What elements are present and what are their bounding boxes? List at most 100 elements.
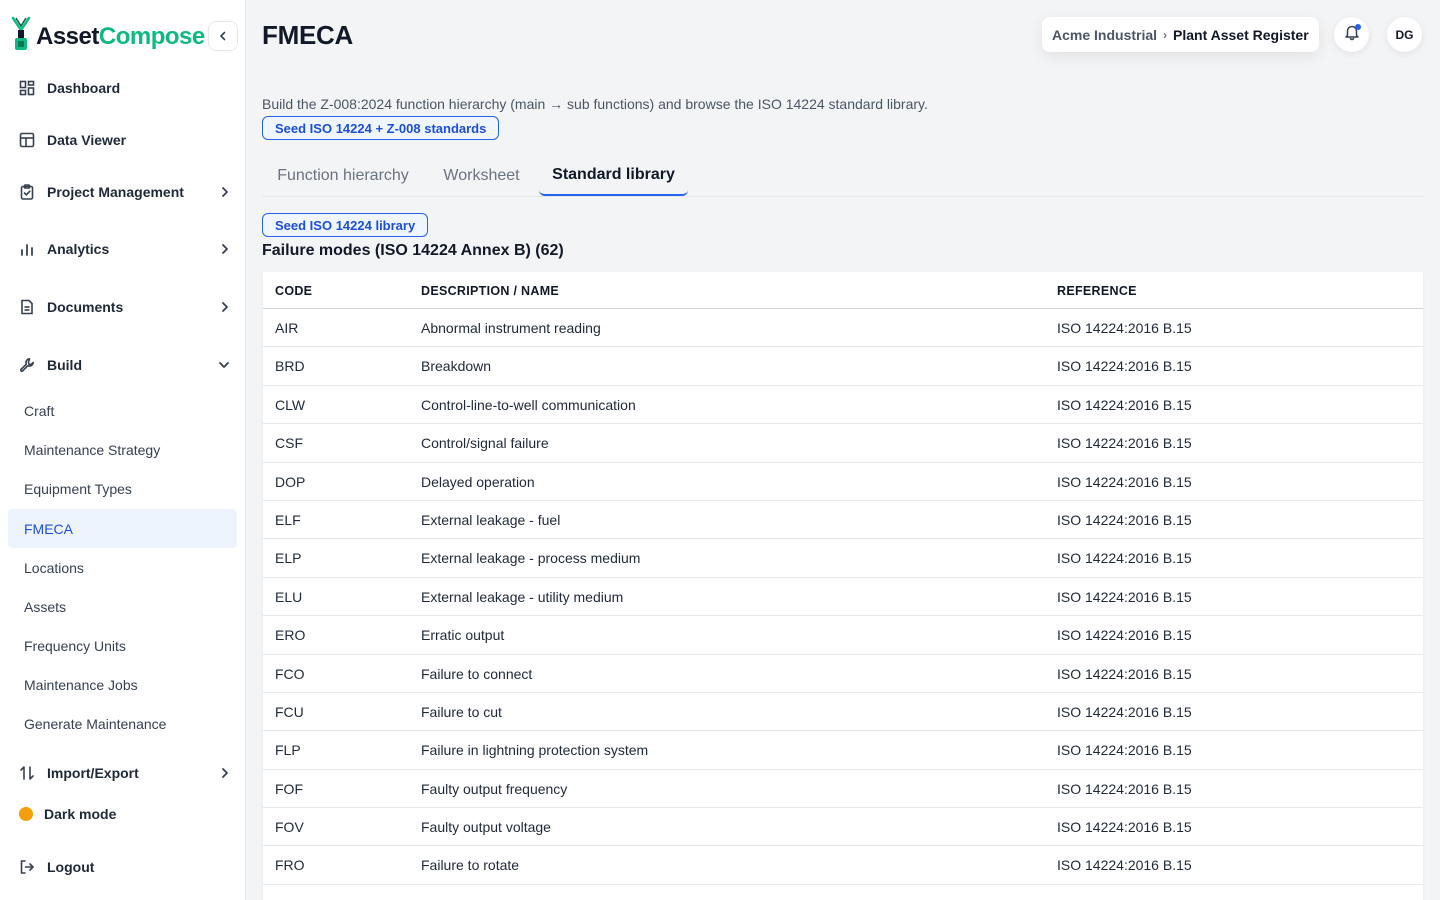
cell-reference: ISO 14224:2016 B.15 [1057,358,1192,375]
cell-reference: ISO 14224:2016 B.15 [1057,665,1192,682]
seed-library-button[interactable]: Seed ISO 14224 library [262,213,429,237]
table-icon [18,131,36,149]
table-row[interactable]: ELU External leakage - utility medium ISO … [263,578,1423,617]
cell-code: FRO [275,857,305,874]
breadcrumb: Acme Industrial › Plant Asset Register [1042,17,1319,52]
table-row[interactable]: FOV Faulty output voltage ISO 14224:2016 B… [263,808,1423,847]
cell-description: External leakage - process medium [421,550,641,567]
user-avatar[interactable]: DG [1387,17,1422,52]
theme-dot-icon [19,807,33,821]
sidebar-subitem-frequency-units[interactable]: Frequency Units [8,626,237,665]
sidebar-item-documents[interactable]: Documents [18,295,234,319]
table-row[interactable]: AIR Abnormal instrument reading ISO 14224:… [263,309,1423,348]
brand-name: AssetCompose [36,22,205,50]
cell-description: External leakage - utility medium [421,588,624,605]
table-row[interactable]: FCO Failure to connect ISO 14224:2016 B.15 [263,655,1423,693]
column-header-reference[interactable]: REFERENCE [1057,272,1137,309]
dashboard-icon [18,79,36,97]
cell-code: ELP [275,550,302,567]
cell-description: External leakage - fuel [421,511,561,528]
cell-description: Abnormal instrument reading [421,320,601,336]
cell-reference: ISO 14224:2016 B.15 [1057,588,1192,605]
breadcrumb-org[interactable]: Acme Industrial [1052,27,1157,43]
tab-bar: Function hierarchy Worksheet Standard li… [262,156,1423,197]
table-header: CODE DESCRIPTION / NAME REFERENCE [263,272,1423,309]
bar-chart-icon [18,240,36,258]
table-row[interactable]: CLW Control-line-to-well communication ISO… [263,386,1423,425]
cell-code: CSF [275,435,303,452]
cell-code: FOV [275,819,304,836]
sidebar-subitem-maintenance-strategy[interactable]: Maintenance Strategy [8,430,237,469]
section-title: Failure modes (ISO 14224 Annex B) (62) [262,242,564,259]
cell-reference: ISO 14224:2016 B.15 [1057,550,1192,567]
cell-reference: ISO 14224:2016 B.15 [1057,703,1192,720]
notification-dot [1355,24,1361,30]
sidebar-subitem-equipment-types[interactable]: Equipment Types [8,469,237,508]
tab-function-hierarchy[interactable]: Function hierarchy [262,156,424,196]
seed-standards-button[interactable]: Seed ISO 14224 + Z-008 standards [262,116,500,140]
sidebar-item-label: Analytics [47,241,110,257]
sidebar-item-build[interactable]: Build [18,353,234,377]
notifications-button[interactable] [1334,17,1369,52]
cell-description: Failure to cut [421,703,502,720]
sidebar-subitem-locations[interactable]: Locations [8,548,237,587]
table-row[interactable]: ERO Erratic output ISO 14224:2016 B.15 [263,616,1423,655]
breadcrumb-separator: › [1163,27,1168,42]
table-row[interactable]: ELP External leakage - process medium ISO … [263,539,1423,578]
chevron-left-icon [218,28,228,44]
sidebar: AssetCompose Dashboard Data Viewer Proje… [0,0,246,900]
cell-description: Delayed operation [421,473,535,490]
sidebar-item-label: Dashboard [47,80,121,96]
cell-code: ELU [275,588,303,605]
page-title: FMECA [262,20,353,50]
chevron-down-icon [218,360,230,370]
cell-description: Failure in lightning protection system [421,742,649,759]
document-icon [18,298,36,316]
brand-logo[interactable]: AssetCompose [10,16,205,57]
collapse-sidebar-button[interactable] [208,21,238,51]
sidebar-subitem-craft[interactable]: Craft [8,391,237,430]
sidebar-item-label: Dark mode [44,806,117,822]
table-row[interactable]: BRD Breakdown ISO 14224:2016 B.15 [263,347,1423,386]
sidebar-subitem-fmeca[interactable]: FMECA [8,509,237,548]
column-header-code[interactable]: CODE [275,272,312,309]
tab-worksheet[interactable]: Worksheet [428,156,535,196]
tab-standard-library[interactable]: Standard library [539,156,688,196]
cell-code: CLW [275,396,306,413]
cell-reference: ISO 14224:2016 B.15 [1057,819,1192,836]
sidebar-item-analytics[interactable]: Analytics [18,237,234,261]
sidebar-subitem-assets[interactable]: Assets [8,587,237,626]
table-row[interactable]: DOP Delayed operation ISO 14224:2016 B.15 [263,463,1423,501]
column-header-description[interactable]: DESCRIPTION / NAME [421,272,559,309]
cell-code: FOF [275,780,303,797]
table-body: AIR Abnormal instrument reading ISO 14224:… [263,309,1423,885]
sidebar-item-import-export[interactable]: Import/Export [18,761,234,785]
table-row[interactable]: FRO Failure to rotate ISO 14224:2016 B.15 [263,846,1423,885]
cell-description: Failure to connect [421,665,533,682]
cell-description: Faulty output voltage [421,819,551,836]
cell-reference: ISO 14224:2016 B.15 [1057,857,1192,874]
sidebar-item-project-management[interactable]: Project Management [18,180,234,204]
sidebar-subitem-maintenance-jobs[interactable]: Maintenance Jobs [8,665,237,704]
table-row[interactable]: FOF Faulty output frequency ISO 14224:2016… [263,770,1423,809]
sidebar-item-label: Data Viewer [47,132,127,148]
logout-button[interactable]: Logout [18,855,234,879]
cell-description: Control/signal failure [421,435,549,452]
table-row[interactable]: ELF External leakage - fuel ISO 14224:2016… [263,501,1423,540]
dark-mode-toggle[interactable]: Dark mode [18,802,234,826]
cell-reference: ISO 14224:2016 B.15 [1057,473,1192,490]
sidebar-item-dashboard[interactable]: Dashboard [18,76,234,100]
table-row[interactable]: CSF Control/signal failure ISO 14224:2016 … [263,424,1423,463]
sidebar-item-label: Import/Export [47,765,139,781]
sidebar-item-label: Project Management [47,184,184,200]
table-row[interactable]: FLP Failure in lightning protection syste… [263,731,1423,770]
cell-code: BRD [275,358,305,375]
cell-code: ERO [275,627,306,644]
table-row[interactable]: FCU Failure to cut ISO 14224:2016 B.15 [263,693,1423,732]
sidebar-item-label: Build [47,357,82,373]
sidebar-item-data-viewer[interactable]: Data Viewer [18,128,234,152]
cell-reference: ISO 14224:2016 B.15 [1057,742,1192,759]
sidebar-subitem-generate-maintenance[interactable]: Generate Maintenance [8,704,237,743]
cell-description: Failure to rotate [421,857,520,874]
cell-description: Control-line-to-well communication [421,396,636,413]
